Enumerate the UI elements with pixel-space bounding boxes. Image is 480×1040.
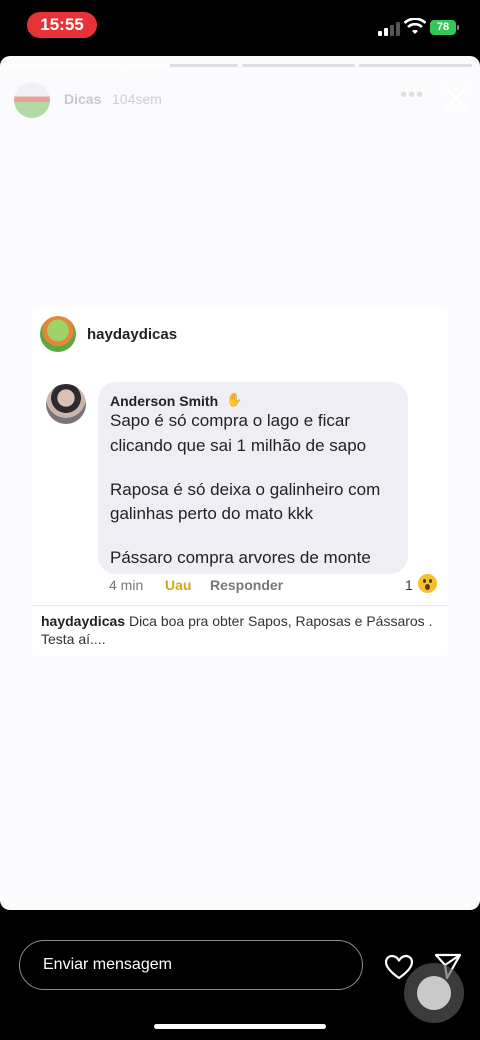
post-author-avatar[interactable] — [40, 316, 76, 352]
story-viewer[interactable]: Dicas 104sem ••• haydaydicas Anderson Sm… — [0, 56, 480, 910]
battery-icon — [457, 25, 459, 30]
message-input[interactable]: Enviar mensagem — [19, 940, 363, 990]
divider — [32, 605, 448, 606]
commenter-name[interactable]: Anderson Smith — [110, 393, 218, 409]
post-caption: haydaydicas Dica boa pra obter Sapos, Ra… — [41, 612, 437, 648]
story-progress-segment — [125, 64, 238, 67]
comment-line: galinhas perto do mato kkk — [110, 504, 314, 523]
post-author-name[interactable]: haydaydicas — [87, 326, 177, 343]
story-progress-segment — [242, 64, 355, 67]
close-icon[interactable] — [442, 84, 470, 112]
story-account-name[interactable]: Dicas — [64, 91, 101, 107]
home-indicator[interactable] — [154, 1024, 326, 1029]
story-time-ago: 104sem — [112, 91, 162, 107]
comment-time: 4 min — [109, 577, 144, 593]
more-options-icon[interactable]: ••• — [400, 84, 424, 107]
waving-hand-icon: ✋ — [226, 392, 243, 407]
shared-post-card[interactable]: haydaydicas Anderson Smith ✋ Sapo é só c… — [32, 308, 448, 656]
wifi-icon — [404, 18, 426, 34]
story-header: Dicas 104sem ••• — [14, 80, 469, 120]
story-avatar[interactable] — [14, 82, 50, 118]
comment-line: Sapo é só compra o lago e ficar — [110, 411, 351, 430]
cellular-signal-icon — [378, 22, 400, 36]
reply-bar: Enviar mensagem — [0, 910, 480, 1040]
astonished-face-icon[interactable] — [418, 574, 437, 593]
story-progress-segment — [8, 64, 121, 67]
comment-line: clicando que sai 1 milhão de sapo — [110, 436, 367, 455]
reaction-count: 1 — [405, 577, 413, 593]
reply-button[interactable]: Responder — [210, 577, 283, 593]
story-progress-segment — [359, 64, 472, 67]
comment-line: Raposa é só deixa o galinheiro com — [110, 480, 381, 499]
story-progress — [8, 64, 472, 67]
battery-level: 78 — [430, 20, 456, 35]
status-time[interactable]: 15:55 — [27, 12, 97, 38]
reaction-label[interactable]: Uau — [165, 577, 191, 593]
status-bar: 15:55 78 — [0, 0, 480, 52]
comment-line: Pássaro compra arvores de monte — [110, 548, 371, 567]
touch-indicator — [404, 963, 464, 1023]
commenter-avatar[interactable] — [46, 384, 86, 424]
caption-username[interactable]: haydaydicas — [41, 613, 125, 629]
comment-bubble: Anderson Smith ✋ Sapo é só compra o lago… — [98, 382, 408, 574]
